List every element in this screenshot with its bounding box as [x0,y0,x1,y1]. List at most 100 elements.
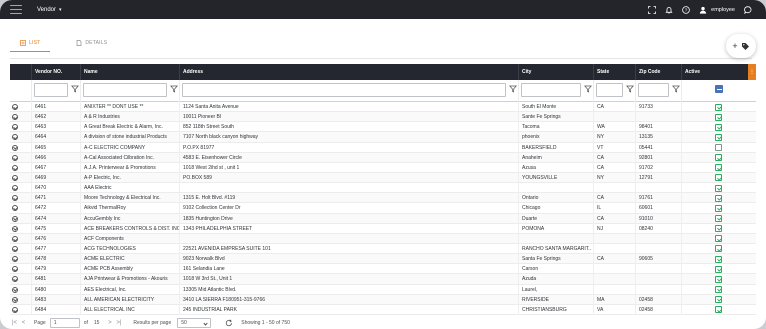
filter-icon[interactable] [626,85,634,93]
table-row[interactable]: 6470 AAA Electric [10,183,756,194]
table-row[interactable]: 6469 A-P Electric, Inc. PO.BOX 589 YOUNGSVI… [10,172,756,184]
expand-row-icon[interactable] [12,124,18,131]
expand-row-icon[interactable] [12,225,18,232]
active-checkbox[interactable] [715,174,722,182]
table-row[interactable]: 6466 A-Cal Associated Cilbration Inc. 4583… [10,152,756,163]
active-checkbox[interactable] [715,275,722,283]
filter-icon[interactable] [584,85,592,93]
expand-row-icon[interactable] [12,276,18,283]
active-checkbox[interactable] [715,245,722,253]
active-checkbox[interactable] [715,103,722,111]
user-icon[interactable] [699,6,707,14]
filter-address-input[interactable] [182,83,506,97]
expand-row-icon[interactable] [12,306,18,313]
expand-row-icon[interactable] [12,215,18,222]
menu-icon[interactable] [10,5,22,14]
bell-icon[interactable] [665,6,673,14]
active-checkbox[interactable] [715,133,722,141]
fullscreen-icon[interactable] [648,5,657,14]
header-zip-code[interactable]: Zip Code [635,64,681,80]
header-name[interactable]: Name [80,64,179,80]
user-name[interactable]: employee [711,7,735,13]
filter-state-input[interactable] [596,83,623,97]
filter-icon[interactable] [170,85,178,93]
table-row[interactable]: 6484 ALL ELECTRICAL INC 245 INDUSTRIAL PAR… [10,304,756,315]
active-checkbox[interactable] [715,255,722,263]
table-row[interactable]: 6481 AJA Printwear & Promotions - Akouris… [10,274,756,285]
column-menu-icon[interactable]: ⋮ [748,64,756,80]
filter-icon[interactable] [71,85,79,93]
expand-row-icon[interactable] [12,104,18,110]
table-row[interactable]: 6462 A & R Industries 10011 Pioneer Bl Sant… [10,112,756,123]
expand-row-icon[interactable] [12,266,18,273]
header-state[interactable]: State [593,64,635,80]
table-row[interactable]: 6479 ACME PCB Assembly 161 Selandia Lane Ca… [10,264,756,275]
table-row[interactable]: 6480 AES Electrical, Inc. 13305 Mid Atlant… [10,284,756,295]
expand-row-icon[interactable] [12,174,18,181]
expand-row-icon[interactable] [12,256,18,263]
active-checkbox[interactable] [715,123,722,131]
active-checkbox[interactable] [715,194,722,202]
chat-icon[interactable] [744,5,752,14]
active-checkbox[interactable] [715,286,722,294]
table-row[interactable]: 6472 Aikvid ThermalRoy 9102 Collection Cen… [10,203,756,214]
active-checkbox[interactable] [715,154,722,162]
table-row[interactable]: 6483 ALL AMERICAN ELECTRICITY 3410 LA SIER… [10,294,756,305]
expand-row-icon[interactable] [12,134,18,141]
add-tag-button[interactable]: + [726,34,756,58]
help-icon[interactable]: ? [682,5,690,14]
table-row[interactable]: 6475 ACE BREAKERS CONTROLS & DIST. INC 134… [10,223,756,234]
active-checkbox[interactable] [715,113,722,121]
expand-row-icon[interactable] [12,205,18,212]
expand-row-icon[interactable] [12,164,18,171]
active-checkbox[interactable] [715,164,722,172]
expand-row-icon[interactable] [12,235,18,242]
results-per-page-select[interactable]: 50 [177,317,212,328]
expand-row-icon[interactable] [12,154,18,161]
expand-row-icon[interactable] [12,245,18,252]
active-checkbox[interactable] [715,296,722,304]
next-page-icon[interactable]: > [105,320,114,326]
active-checkbox[interactable] [715,225,722,233]
filter-vendor-no-input[interactable] [34,83,68,97]
table-row[interactable]: 6474 AccuGembly Inc 1835 Huntington Drive D… [10,213,756,224]
expand-row-icon[interactable] [12,195,18,202]
filter-zip-code-input[interactable] [638,83,669,97]
table-row[interactable]: 6465 A-C ELECTRIC COMPANY P.O.PX 81977 BAKE… [10,142,756,153]
expand-row-icon[interactable] [12,185,18,192]
first-page-icon[interactable]: |< [10,320,19,326]
active-checkbox[interactable] [715,204,722,212]
table-row[interactable]: 6477 ACG TECHNOLOGIES 22521 AVENIDA EMPRES… [10,243,756,255]
active-checkbox[interactable] [715,265,722,273]
header-city[interactable]: City [518,64,593,80]
active-checkbox[interactable] [715,184,722,192]
header-vendor-no[interactable]: Vendor NO. [31,64,80,80]
active-filter-checkbox[interactable] [715,85,723,93]
expand-row-icon[interactable] [12,144,18,151]
table-row[interactable]: 6476 ACF Components [10,233,756,244]
filter-name-input[interactable] [83,83,167,97]
header-active[interactable]: Active [681,64,748,80]
expand-row-icon[interactable] [12,114,18,121]
tab-details[interactable]: DETAILS [66,34,117,52]
active-checkbox[interactable] [715,144,722,152]
last-page-icon[interactable]: >| [114,320,123,326]
expand-row-icon[interactable] [12,296,18,303]
table-row[interactable]: 6467 A.J.A. Printerwear & Promotions 1018 … [10,162,756,173]
active-checkbox[interactable] [715,306,722,314]
table-row[interactable]: 6461 ANIXTER ** DONT USE ** 1124 Santa Ani… [10,102,756,113]
active-checkbox[interactable] [715,235,722,243]
prev-page-icon[interactable]: < [19,320,28,326]
chevron-down-icon[interactable]: ▾ [59,7,62,13]
refresh-icon[interactable] [225,319,233,327]
filter-city-input[interactable] [521,83,581,97]
table-row[interactable]: 6478 ACME ELECTRIC 9023 Norwalk Blvd Santa … [10,254,756,265]
table-row[interactable]: 6463 A Great Break Electric & Alarm, Inc.… [10,122,756,133]
filter-icon[interactable] [509,85,517,93]
tab-list[interactable]: LIST [10,34,51,52]
page-input[interactable]: 1 [49,317,80,328]
table-row[interactable]: 6464 A division of stone industrial Produ… [10,132,756,143]
table-row[interactable]: 6471 Moore Technology & Electrical Inc. 13… [10,193,756,204]
active-checkbox[interactable] [715,215,722,223]
header-address[interactable]: Address [179,64,518,80]
